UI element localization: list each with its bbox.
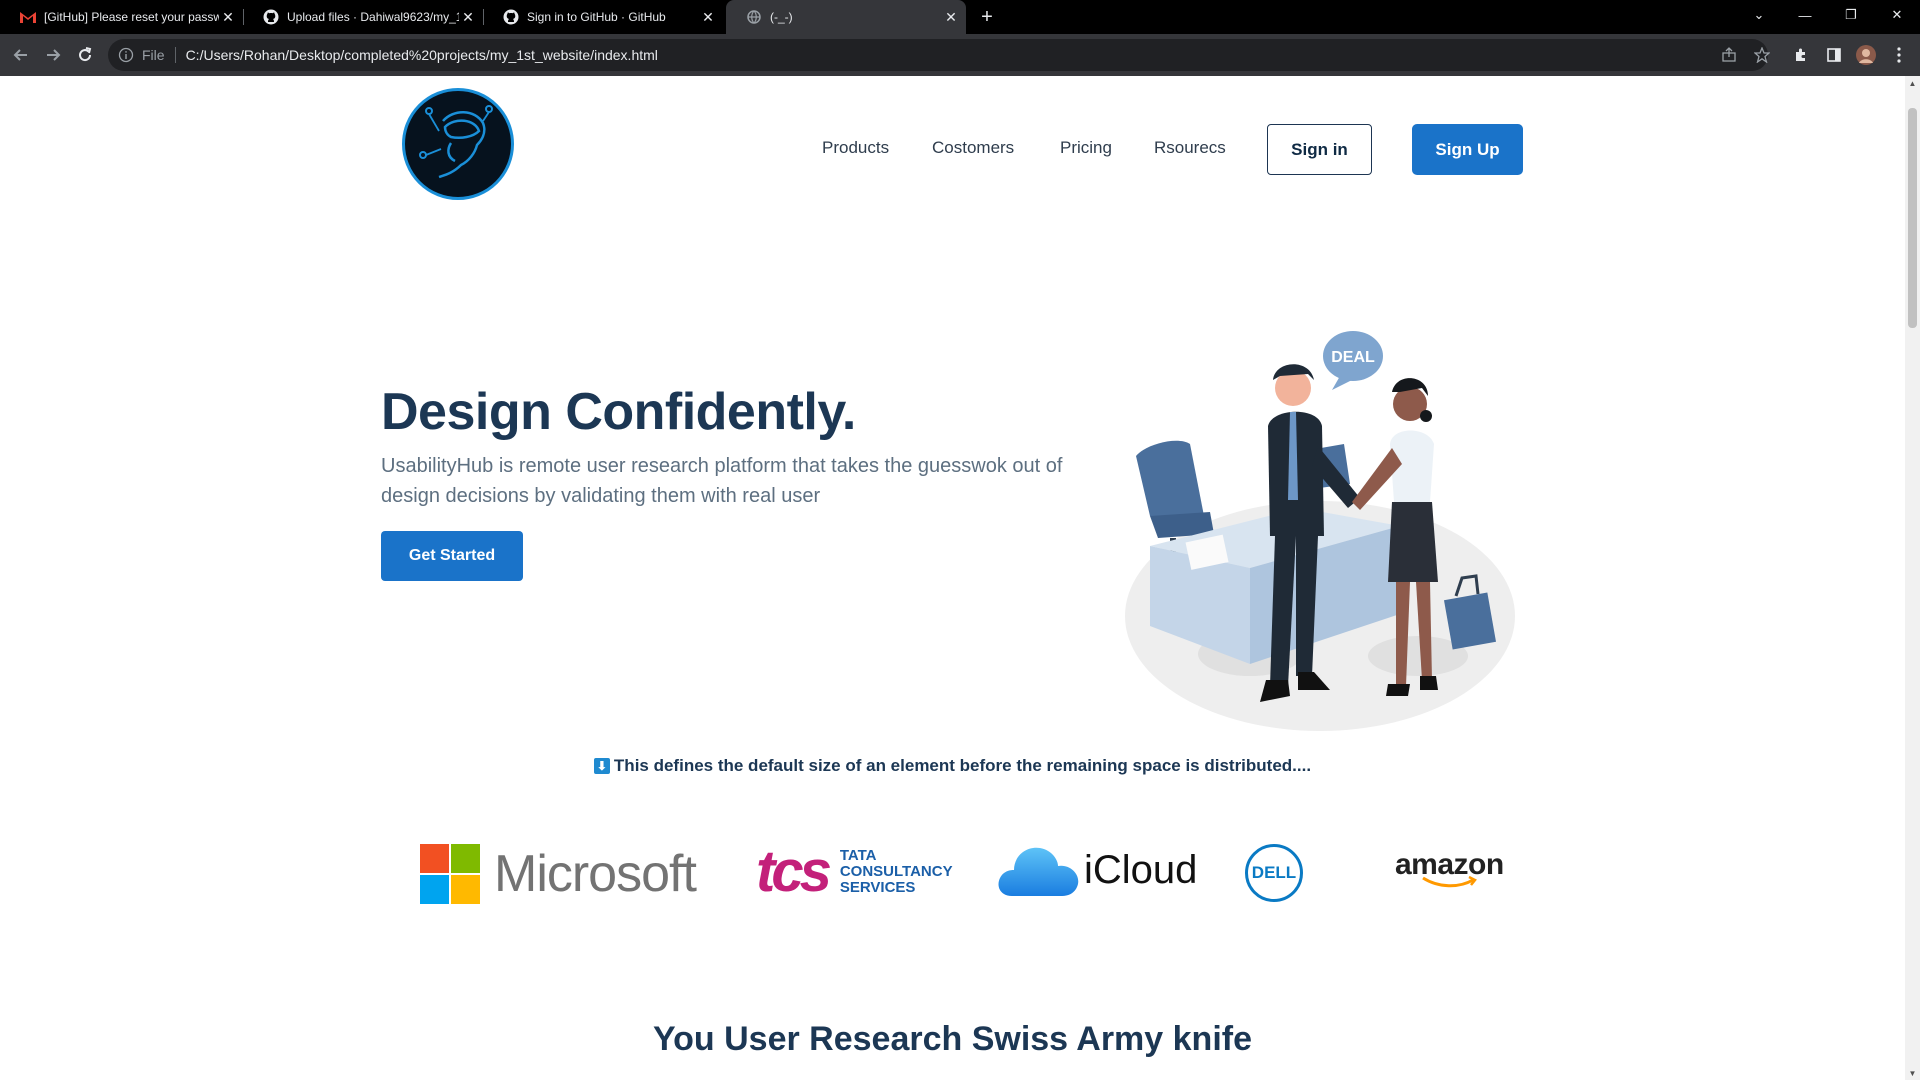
nav-pricing[interactable]: Pricing — [1060, 138, 1112, 158]
dell-ring: DELL — [1245, 844, 1303, 902]
back-icon[interactable] — [9, 43, 33, 67]
download-arrow-icon: ⬇ — [593, 758, 610, 774]
address-divider — [174, 47, 176, 63]
sign-in-button[interactable]: Sign in — [1267, 124, 1372, 175]
nav-resources[interactable]: Rsourecs — [1154, 138, 1226, 158]
tab-strip: [GitHub] Please reset your passw ✕ Uploa… — [0, 0, 1920, 34]
side-panel-icon[interactable] — [1822, 43, 1846, 67]
close-icon[interactable]: ✕ — [219, 8, 237, 26]
get-started-button[interactable]: Get Started — [381, 531, 523, 581]
close-icon[interactable]: ✕ — [459, 8, 477, 26]
tab-title: (-_-) — [770, 10, 793, 24]
dell-logo: DELL — [1245, 844, 1303, 902]
browser-toolbar: File C:/Users/Rohan/Desktop/completed%20… — [0, 34, 1920, 76]
menu-kebab-icon[interactable] — [1887, 43, 1911, 67]
amazon-smile-icon — [1422, 876, 1478, 888]
tab-github-signin[interactable]: Sign in to GitHub · GitHub ✕ — [483, 0, 723, 34]
page-scrollbar[interactable]: ▲ ▼ — [1905, 76, 1920, 1080]
github-icon — [263, 9, 279, 25]
tab-title: Sign in to GitHub · GitHub — [527, 10, 666, 24]
nav-products[interactable]: Products — [822, 138, 889, 158]
cloud-icon — [998, 847, 1079, 896]
tab-title: Upload files · Dahiwal9623/my_1 — [287, 10, 459, 24]
defines-banner: ⬇ This defines the default size of an el… — [0, 756, 1905, 776]
tab-title: [GitHub] Please reset your passw — [44, 10, 219, 24]
address-bar[interactable]: File C:/Users/Rohan/Desktop/completed%20… — [108, 39, 1768, 71]
bookmark-star-icon[interactable] — [1750, 43, 1774, 67]
tab-upload-files[interactable]: Upload files · Dahiwal9623/my_1 ✕ — [243, 0, 483, 34]
new-tab-button[interactable]: + — [975, 5, 999, 29]
microsoft-logo: Microsoft — [420, 844, 697, 904]
microsoft-squares-icon — [420, 844, 480, 904]
tcs-word-services: SERVICES — [839, 878, 916, 896]
forward-icon[interactable] — [41, 43, 65, 67]
nav-customers[interactable]: Costomers — [932, 138, 1014, 158]
close-icon[interactable]: ✕ — [699, 8, 717, 26]
profile-avatar[interactable] — [1854, 43, 1878, 67]
handshake-deal-illustration: DEAL — [1125, 331, 1515, 731]
deal-bubble-text: DEAL — [1331, 349, 1375, 366]
tab-search-icon[interactable]: ⌄ — [1736, 0, 1782, 30]
sign-up-button[interactable]: Sign Up — [1412, 124, 1523, 175]
microsoft-wordmark: Microsoft — [494, 845, 697, 903]
restore-button[interactable]: ❐ — [1828, 0, 1874, 30]
section-title: You User Research Swiss Army knife — [652, 1020, 1253, 1058]
close-window-button[interactable]: ✕ — [1874, 0, 1920, 30]
scrollbar-thumb[interactable] — [1908, 108, 1917, 328]
icloud-logo: iCloud — [996, 842, 1197, 898]
hero-title: Design Confidently. — [381, 383, 856, 441]
github-icon — [503, 9, 519, 25]
site-logo[interactable] — [402, 88, 514, 200]
globe-icon — [746, 9, 762, 25]
tcs-wordmark: TATA CONSULTANCY SERVICES — [839, 846, 953, 896]
extensions-icon[interactable] — [1789, 43, 1813, 67]
tcs-word-consultancy: CONSULTANCY — [839, 862, 953, 880]
minimize-button[interactable]: — — [1782, 0, 1828, 30]
tab-current-page[interactable]: (-_-) ✕ — [726, 0, 966, 34]
tab-gmail[interactable]: [GitHub] Please reset your passw ✕ — [0, 0, 243, 34]
web-page: Products Costomers Pricing Rsourecs Sign… — [0, 76, 1905, 1080]
amazon-logo: amazon — [1395, 848, 1504, 888]
icloud-wordmark: iCloud — [1084, 847, 1198, 892]
tcs-mark: tcs — [756, 839, 832, 904]
tcs-logo: tcs TATA CONSULTANCY SERVICES — [756, 838, 953, 905]
hero-subtitle: UsabilityHub is remote user research pla… — [381, 455, 1063, 507]
share-icon[interactable] — [1717, 43, 1741, 67]
url-text[interactable]: C:/Users/Rohan/Desktop/completed%20proje… — [186, 47, 658, 63]
info-icon[interactable] — [118, 47, 134, 63]
defines-text: This defines the default size of an elem… — [613, 756, 1312, 775]
reload-icon[interactable] — [73, 43, 97, 67]
scheme-label: File — [142, 47, 165, 63]
tcs-word-tata: TATA — [839, 846, 877, 864]
scroll-up-arrow-icon[interactable]: ▲ — [1905, 76, 1920, 90]
vr-head-logo-icon — [419, 105, 493, 179]
scroll-down-arrow-icon[interactable]: ▼ — [1905, 1066, 1920, 1080]
close-icon[interactable]: ✕ — [942, 8, 960, 26]
gmail-icon — [20, 9, 36, 25]
